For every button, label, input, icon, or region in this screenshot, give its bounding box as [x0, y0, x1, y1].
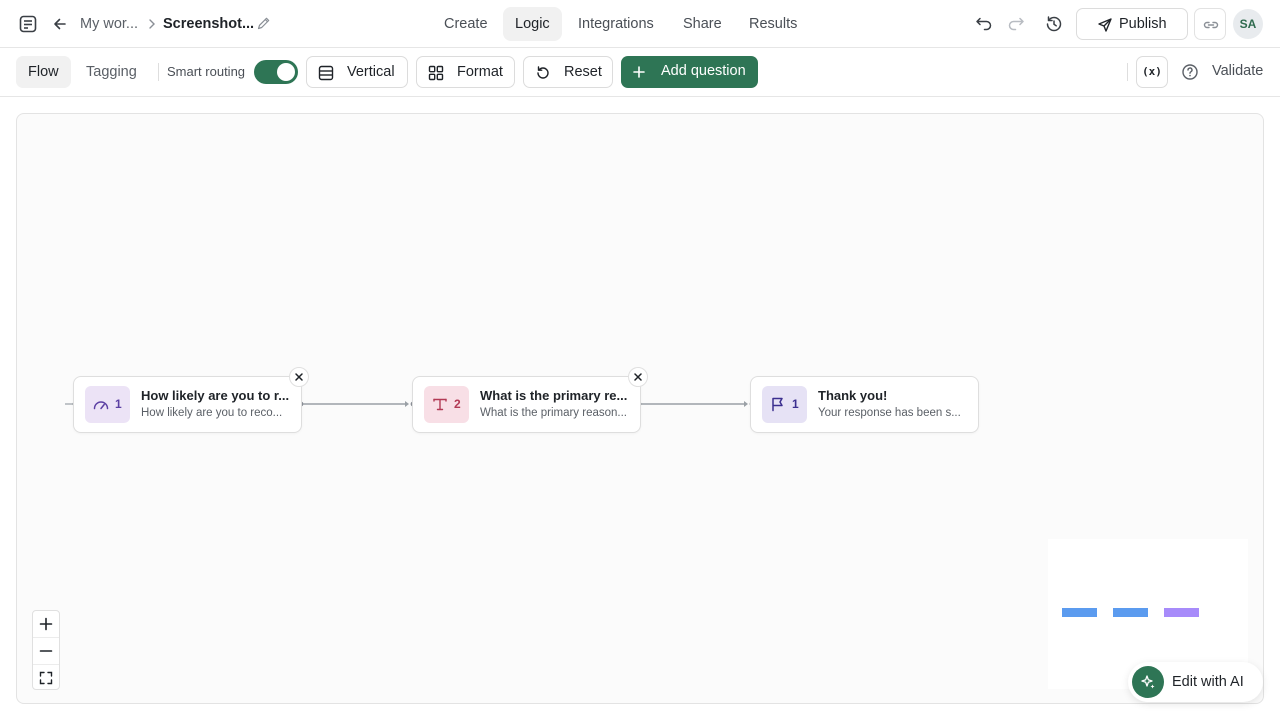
- smart-routing-label: Smart routing: [167, 64, 246, 79]
- node-title: Thank you!: [818, 388, 888, 403]
- node-title: What is the primary re...: [480, 388, 628, 403]
- flow-canvas[interactable]: 1 How likely are you to r... How likely …: [16, 113, 1264, 704]
- fit-view-button[interactable]: [33, 665, 59, 691]
- remove-node-button[interactable]: [628, 367, 648, 387]
- node-title: How likely are you to r...: [141, 388, 290, 403]
- node-subtitle: Your response has been s...: [818, 407, 961, 419]
- minimap-node: [1062, 608, 1097, 617]
- grid-icon: [428, 65, 444, 81]
- chevron-right-icon: [146, 17, 158, 31]
- add-question-button[interactable]: Add question: [621, 56, 758, 88]
- breadcrumb-workspace[interactable]: My wor...: [80, 15, 138, 33]
- node-number: 1: [115, 397, 122, 411]
- fit-view-icon: [39, 671, 53, 685]
- format-label: Format: [457, 64, 503, 80]
- node-number: 1: [792, 397, 799, 411]
- tab-logic[interactable]: Logic: [503, 7, 562, 41]
- gauge-icon: [93, 401, 109, 410]
- reset-icon: [537, 66, 549, 79]
- close-icon: [295, 373, 303, 381]
- tab-tagging[interactable]: Tagging: [74, 56, 149, 88]
- tab-share[interactable]: Share: [671, 7, 734, 41]
- reset-button[interactable]: Reset: [523, 56, 613, 88]
- vertical-label: Vertical: [347, 64, 395, 80]
- node-subtitle: How likely are you to reco...: [141, 407, 283, 419]
- tab-create[interactable]: Create: [432, 7, 500, 41]
- variables-button[interactable]: (x): [1136, 56, 1168, 88]
- layout-rows-icon: [318, 65, 334, 81]
- add-question-label: Add question: [661, 63, 746, 79]
- minimap-node: [1113, 608, 1148, 617]
- node-badge: 1: [762, 386, 807, 423]
- logic-toolbar: Flow Tagging Smart routing Vertical Form…: [0, 48, 1280, 97]
- minimap-node: [1164, 608, 1199, 617]
- flag-icon: [772, 397, 783, 412]
- help-circle-icon[interactable]: [1180, 62, 1200, 82]
- node-badge: 1: [85, 386, 130, 423]
- top-bar: My wor... Screenshot... Create Logic Int…: [0, 0, 1280, 48]
- link-icon: [1203, 21, 1219, 29]
- validate-button[interactable]: Validate: [1212, 63, 1263, 79]
- app-logo-icon[interactable]: [18, 14, 38, 34]
- edit-with-ai-label: Edit with AI: [1172, 674, 1244, 690]
- pencil-icon[interactable]: [256, 16, 271, 31]
- text-icon: [433, 398, 447, 411]
- divider: [1127, 63, 1128, 81]
- node-number: 2: [454, 397, 461, 411]
- publish-label: Publish: [1119, 16, 1167, 32]
- tab-integrations[interactable]: Integrations: [566, 7, 666, 41]
- node-subtitle: What is the primary reason...: [480, 407, 627, 419]
- zoom-controls: [32, 610, 60, 690]
- tab-flow[interactable]: Flow: [16, 56, 71, 88]
- flow-node-ending[interactable]: 1 Thank you! Your response has been s...: [750, 376, 979, 433]
- format-button[interactable]: Format: [416, 56, 515, 88]
- smart-routing-toggle[interactable]: [254, 60, 298, 84]
- edit-with-ai-button[interactable]: Edit with AI: [1128, 662, 1263, 702]
- reset-label: Reset: [564, 64, 602, 80]
- redo-icon[interactable]: [1004, 12, 1028, 36]
- avatar[interactable]: SA: [1233, 9, 1263, 39]
- flow-node-question-1[interactable]: 1 How likely are you to r... How likely …: [73, 367, 309, 433]
- toggle-knob: [277, 63, 295, 81]
- zoom-out-button[interactable]: [33, 638, 59, 664]
- close-icon: [634, 373, 642, 381]
- plus-icon: [39, 617, 53, 631]
- publish-button[interactable]: Publish: [1076, 8, 1188, 40]
- minus-icon: [39, 650, 53, 652]
- back-arrow-icon[interactable]: [50, 14, 70, 34]
- vertical-layout-button[interactable]: Vertical: [306, 56, 408, 88]
- edge-1-2: [298, 401, 416, 407]
- edge-2-3: [636, 401, 755, 407]
- remove-node-button[interactable]: [289, 367, 309, 387]
- node-badge: 2: [424, 386, 469, 423]
- copy-link-button[interactable]: [1194, 8, 1226, 40]
- history-icon[interactable]: [1042, 12, 1066, 36]
- divider: [158, 63, 159, 81]
- sparkle-icon: [1132, 666, 1164, 698]
- zoom-in-button[interactable]: [33, 611, 59, 637]
- breadcrumb-form-name[interactable]: Screenshot...: [163, 15, 254, 33]
- tab-results[interactable]: Results: [737, 7, 809, 41]
- flow-node-question-2[interactable]: 2 What is the primary re... What is the …: [412, 367, 648, 433]
- plus-icon: [633, 66, 645, 78]
- send-icon: [1098, 18, 1112, 32]
- undo-icon[interactable]: [972, 12, 996, 36]
